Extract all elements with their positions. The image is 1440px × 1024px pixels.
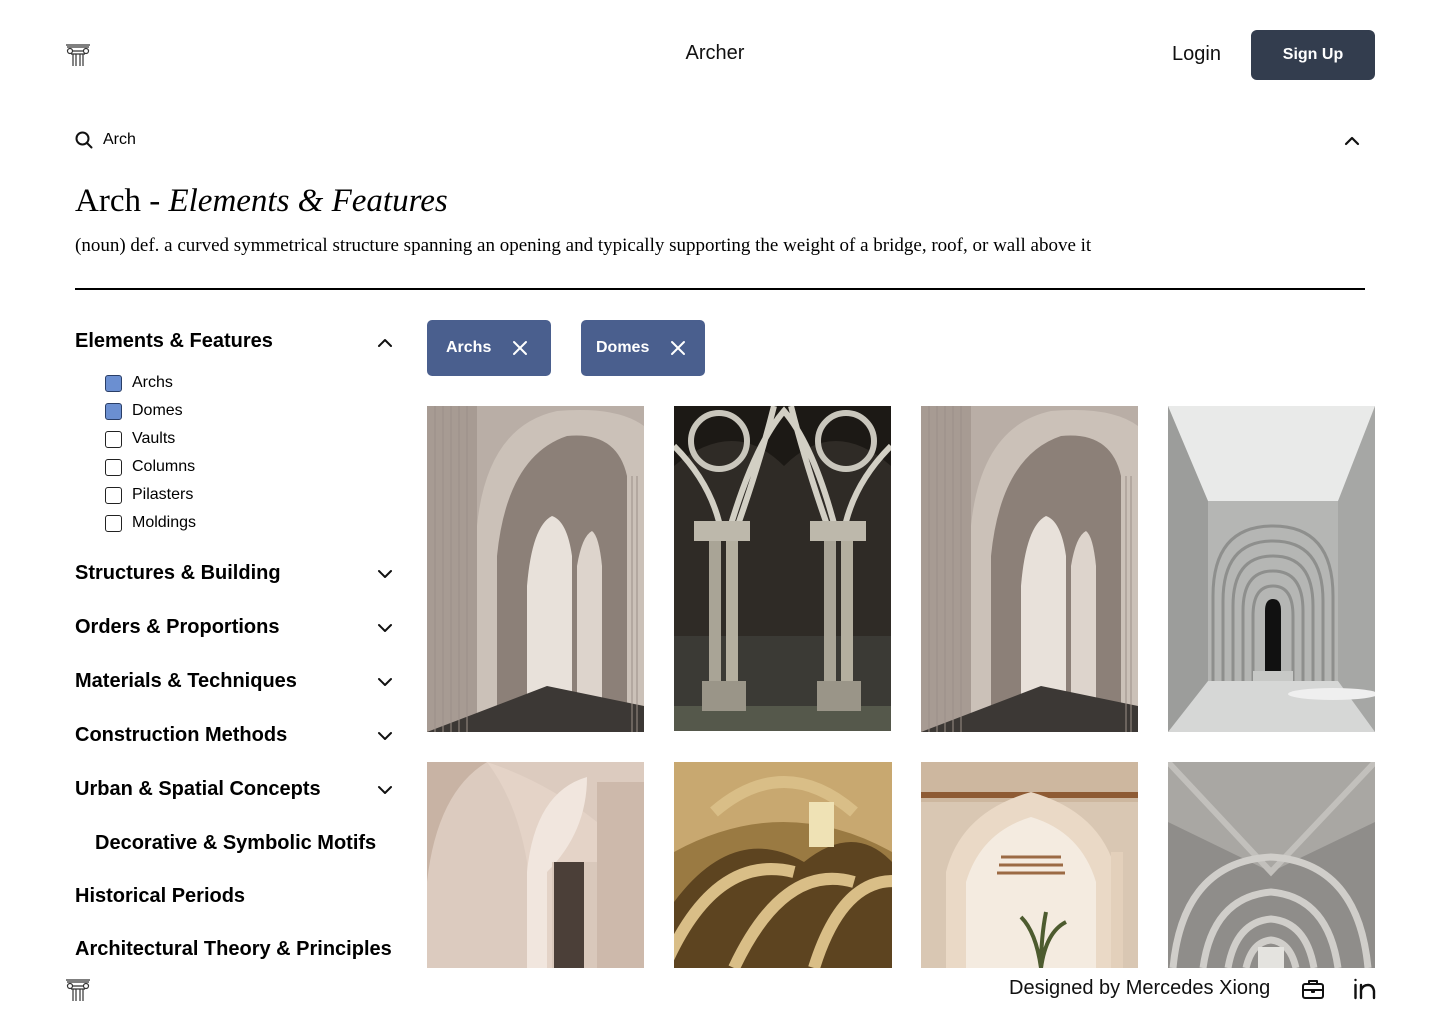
filter-option-label: Domes bbox=[132, 402, 183, 419]
filter-chip-domes[interactable]: Domes bbox=[581, 320, 705, 376]
gallery-image-plaster-arch-passage[interactable] bbox=[427, 762, 644, 968]
close-icon[interactable] bbox=[669, 339, 687, 357]
filter-option-pilasters[interactable]: Pilasters bbox=[105, 484, 193, 506]
checkbox-checked[interactable] bbox=[105, 374, 122, 392]
divider bbox=[75, 288, 1365, 290]
filter-option-label: Moldings bbox=[132, 514, 197, 531]
chevron-down-icon[interactable] bbox=[376, 675, 394, 687]
footer-logo-icon[interactable] bbox=[64, 978, 92, 1002]
chevron-down-icon[interactable] bbox=[376, 621, 394, 633]
gallery-image-pointed-arch-hall[interactable] bbox=[921, 762, 1138, 968]
category-materials-techniques[interactable]: Materials & Techniques bbox=[75, 670, 297, 693]
gallery-image-romanesque-vaulted-hall[interactable] bbox=[674, 762, 892, 968]
chip-label: Domes bbox=[596, 339, 650, 356]
gallery-image-fluted-arch-corridor[interactable] bbox=[921, 406, 1138, 732]
chevron-up-icon[interactable] bbox=[376, 336, 394, 348]
term-word: Arch bbox=[75, 183, 141, 219]
category-urban-spatial[interactable]: Urban & Spatial Concepts bbox=[75, 778, 321, 801]
chevron-down-icon[interactable] bbox=[376, 729, 394, 741]
checkbox-checked[interactable] bbox=[105, 402, 122, 420]
category-historical-periods[interactable]: Historical Periods bbox=[75, 885, 245, 908]
gallery-image-fluted-arch-corridor[interactable] bbox=[427, 406, 644, 732]
chip-label: Archs bbox=[446, 339, 492, 356]
term-category: Elements & Features bbox=[168, 183, 448, 219]
designer-credit: Designed by Mercedes Xiong bbox=[1009, 977, 1271, 999]
search-input[interactable] bbox=[103, 128, 703, 152]
filter-option-columns[interactable]: Columns bbox=[105, 456, 195, 478]
category-elements-features[interactable]: Elements & Features bbox=[75, 330, 273, 353]
search-icon bbox=[75, 131, 93, 149]
checkbox[interactable] bbox=[105, 430, 122, 448]
briefcase-icon[interactable] bbox=[1301, 978, 1325, 1000]
signup-button[interactable]: Sign Up bbox=[1251, 30, 1375, 80]
term-separator: - bbox=[140, 183, 169, 219]
category-architectural-theory[interactable]: Architectural Theory & Principles bbox=[75, 938, 392, 961]
chevron-down-icon[interactable] bbox=[376, 567, 394, 579]
gallery-image-concentric-arch-portal[interactable] bbox=[1168, 406, 1375, 732]
filter-option-vaults[interactable]: Vaults bbox=[105, 428, 175, 450]
filter-option-label: Archs bbox=[132, 374, 173, 391]
filter-option-label: Columns bbox=[132, 458, 196, 475]
close-icon[interactable] bbox=[511, 339, 529, 357]
term-definition: (noun) def. a curved symmetrical structu… bbox=[75, 235, 1092, 256]
category-decorative-motifs[interactable]: Decorative & Symbolic Motifs bbox=[95, 832, 376, 855]
linkedin-icon[interactable] bbox=[1352, 977, 1377, 1000]
checkbox[interactable] bbox=[105, 514, 122, 532]
category-structures-building[interactable]: Structures & Building bbox=[75, 562, 281, 585]
filter-option-label: Pilasters bbox=[132, 486, 194, 503]
filter-option-moldings[interactable]: Moldings bbox=[105, 512, 196, 534]
checkbox[interactable] bbox=[105, 486, 122, 504]
filter-chip-archs[interactable]: Archs bbox=[427, 320, 551, 376]
filter-option-label: Vaults bbox=[132, 430, 176, 447]
category-construction-methods[interactable]: Construction Methods bbox=[75, 724, 287, 747]
page-title: Arch - Elements & Features bbox=[75, 183, 448, 220]
filter-option-archs[interactable]: Archs bbox=[105, 372, 173, 394]
gallery-image-gothic-cloister-columns[interactable] bbox=[674, 406, 891, 731]
gallery-image-concrete-cross-vault[interactable] bbox=[1168, 762, 1375, 968]
checkbox[interactable] bbox=[105, 458, 122, 476]
category-orders-proportions[interactable]: Orders & Proportions bbox=[75, 616, 279, 639]
login-link[interactable]: Login bbox=[1172, 43, 1221, 66]
filter-option-domes[interactable]: Domes bbox=[105, 400, 183, 422]
chevron-down-icon[interactable] bbox=[376, 783, 394, 795]
chevron-up-icon[interactable] bbox=[1342, 131, 1362, 149]
